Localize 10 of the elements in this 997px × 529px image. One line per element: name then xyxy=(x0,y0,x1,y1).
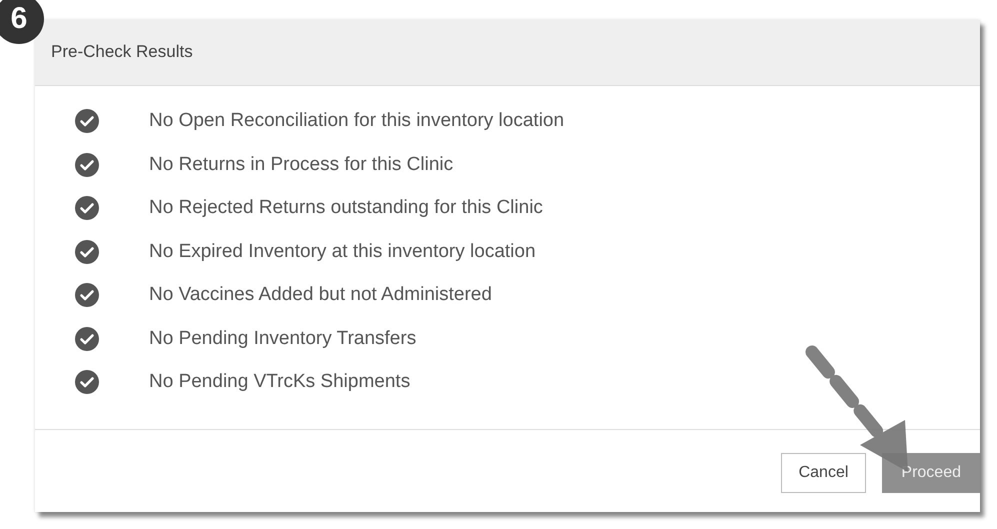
cancel-button[interactable]: Cancel xyxy=(780,452,866,492)
check-result-text: No Rejected Returns outstanding for this Clinic xyxy=(149,197,543,219)
step-number-badge: 6 xyxy=(0,0,44,44)
check-result-text: No Open Reconciliation for this inventory location xyxy=(149,110,564,132)
check-result-text: No Returns in Process for this Clinic xyxy=(149,154,454,176)
dialog-title: Pre-Check Results xyxy=(51,42,193,62)
check-result-text: No Expired Inventory at this inventory location xyxy=(149,240,536,262)
check-result-text: No Pending Inventory Transfers xyxy=(149,328,416,350)
check-result-text: No Pending VTrcKs Shipments xyxy=(149,371,410,393)
check-result-text: No Vaccines Added but not Administered xyxy=(149,284,492,306)
